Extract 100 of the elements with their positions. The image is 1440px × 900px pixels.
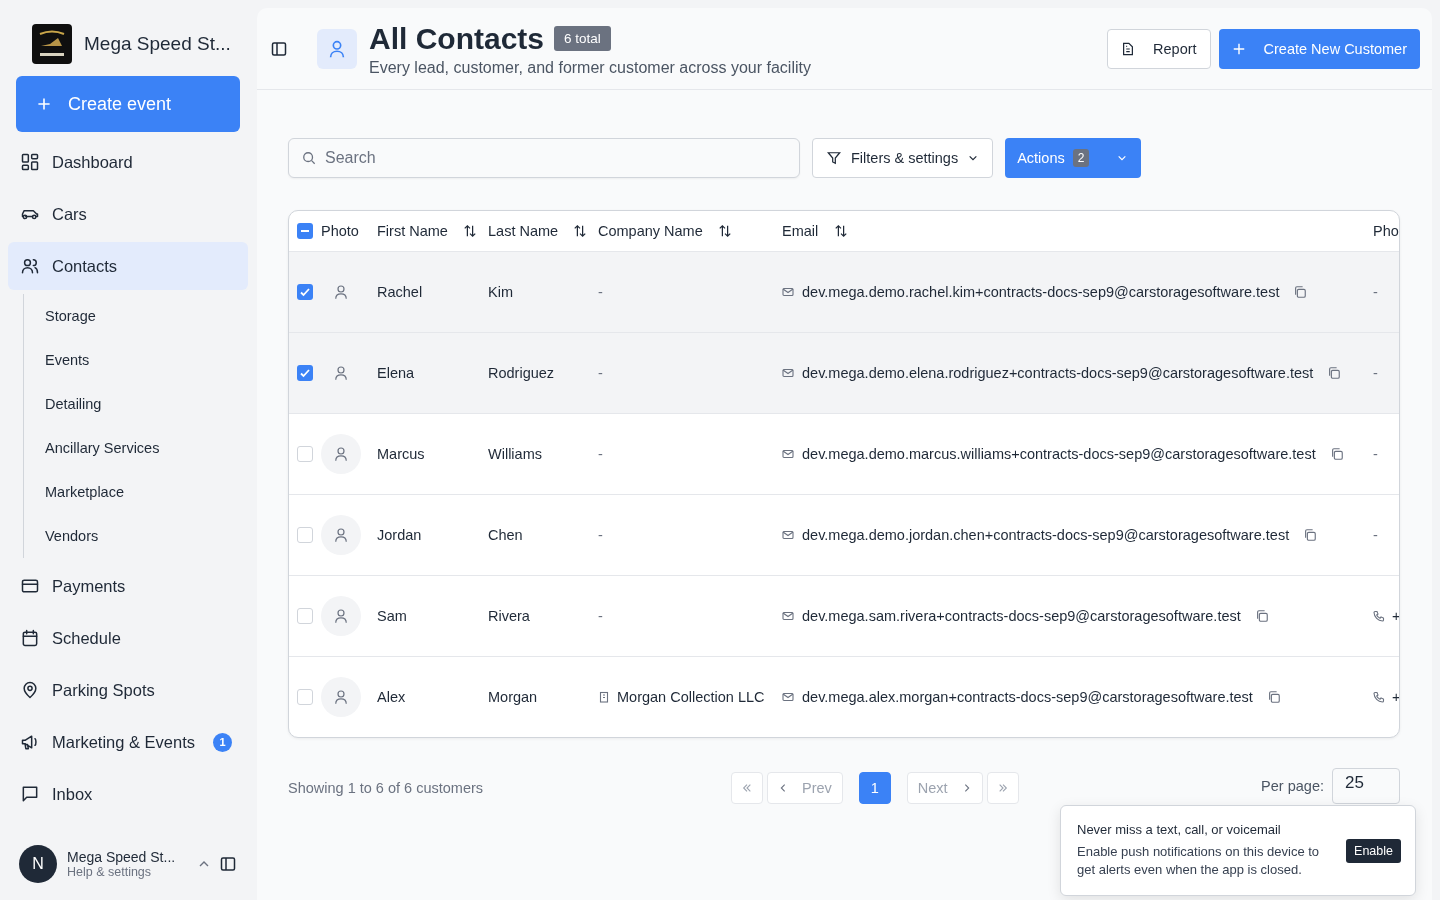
user-icon xyxy=(317,28,357,69)
chevron-left-icon xyxy=(778,783,788,793)
nav-item[interactable]: Cars xyxy=(8,190,248,238)
table-cell: Rodriguez xyxy=(488,365,555,381)
nav-item[interactable]: Contacts xyxy=(8,242,248,290)
select-all-checkbox[interactable] xyxy=(297,223,313,239)
minus-icon xyxy=(301,230,309,232)
column-header[interactable]: First Name xyxy=(377,223,448,239)
create-event-button[interactable]: Create event xyxy=(16,76,240,132)
table-row[interactable]: Alex Morgan Morgan Collection LLC dev.mega.alex.morgan+contracts-docs-sep9@carstoragesoftware.test + xyxy=(289,657,1399,737)
filter-icon xyxy=(827,151,841,165)
table-cell: - xyxy=(598,446,603,462)
email-link[interactable]: dev.mega.alex.morgan+contracts-docs-sep9@carstoragesoftware.test xyxy=(802,689,1253,705)
mail-icon xyxy=(782,367,794,379)
avatar-placeholder-icon xyxy=(321,677,361,717)
enable-button[interactable]: Enable xyxy=(1346,838,1401,863)
copy-icon[interactable] xyxy=(1266,690,1281,704)
nav-item[interactable]: Payments xyxy=(8,562,248,610)
chevron-down-icon[interactable] xyxy=(1117,153,1128,163)
row-checkbox[interactable] xyxy=(297,689,313,705)
column-header[interactable]: Pho xyxy=(1373,223,1399,239)
per-page-select[interactable]: 25 xyxy=(1332,768,1400,804)
subnav-item[interactable]: Storage xyxy=(24,294,248,338)
nav-item[interactable]: Marketing & Events 1 xyxy=(8,718,248,766)
email-link[interactable]: dev.mega.demo.jordan.chen+contracts-docs-sep9@carstoragesoftware.test xyxy=(802,527,1290,543)
row-checkbox[interactable] xyxy=(297,365,313,381)
email-link[interactable]: dev.mega.demo.elena.rodriguez+contracts-docs-sep9@carstoragesoftware.test xyxy=(802,365,1314,381)
table-cell: - xyxy=(598,527,603,543)
create-customer-button[interactable]: Create New Customer xyxy=(1218,29,1420,69)
table-row[interactable]: Jordan Chen - dev.mega.demo.jordan.chen+contracts-docs-sep9@carstoragesoftware.test - xyxy=(289,495,1399,576)
table-cell: - xyxy=(1373,527,1378,543)
table-cell: - xyxy=(1373,446,1378,462)
row-checkbox[interactable] xyxy=(297,608,313,624)
column-header[interactable]: Email xyxy=(782,223,819,239)
chat-icon xyxy=(20,784,40,804)
table-cell: - xyxy=(1373,284,1378,300)
subnav-item[interactable]: Vendors xyxy=(24,514,248,558)
page-title: All Contacts xyxy=(369,20,545,57)
row-checkbox[interactable] xyxy=(297,284,313,300)
count-badge: 2 xyxy=(1072,149,1090,167)
sort-icon[interactable] xyxy=(462,224,477,238)
column-header[interactable]: Last Name xyxy=(488,223,559,239)
column-header[interactable]: Company Name xyxy=(598,223,703,239)
table-cell: Morgan xyxy=(488,689,538,705)
sort-icon[interactable] xyxy=(717,224,732,238)
table-row[interactable]: Rachel Kim - dev.mega.demo.rachel.kim+contracts-docs-sep9@carstoragesoftware.test - xyxy=(289,252,1399,333)
plus-icon xyxy=(36,96,52,112)
copy-icon[interactable] xyxy=(1254,609,1269,623)
table-row[interactable]: Elena Rodriguez - dev.mega.demo.elena.rodriguez+contracts-docs-sep9@carstoragesoftware.test - xyxy=(289,333,1399,414)
dashboard-icon xyxy=(20,152,40,172)
nav-item[interactable]: Schedule xyxy=(8,614,248,662)
copy-icon[interactable] xyxy=(1303,528,1318,542)
table-cell: - xyxy=(598,608,603,624)
subnav-item[interactable]: Ancillary Services xyxy=(24,426,248,470)
phone-icon xyxy=(1373,691,1385,703)
credit-card-icon xyxy=(20,576,40,596)
copy-icon[interactable] xyxy=(1329,447,1344,461)
mail-icon xyxy=(782,448,794,460)
calendar-icon xyxy=(20,628,40,648)
sidebar-toggle-icon[interactable] xyxy=(271,40,287,57)
sidebar-toggle-icon[interactable] xyxy=(220,856,236,872)
row-checkbox[interactable] xyxy=(297,527,313,543)
mail-icon xyxy=(782,610,794,622)
email-link[interactable]: dev.mega.demo.marcus.williams+contracts-docs-sep9@carstoragesoftware.test xyxy=(802,446,1316,462)
subnav-item[interactable]: Events xyxy=(24,338,248,382)
map-pin-icon xyxy=(20,680,40,700)
results-summary: Showing 1 to 6 of 6 customers xyxy=(288,780,485,796)
actions-label[interactable]: Actions xyxy=(1017,150,1065,166)
nav-item[interactable]: Inbox xyxy=(8,770,248,818)
table-cell: Williams xyxy=(488,446,542,462)
email-link[interactable]: dev.mega.demo.rachel.kim+contracts-docs-sep9@carstoragesoftware.test xyxy=(802,284,1280,300)
nav-item[interactable]: Dashboard xyxy=(8,138,248,186)
table-cell: Morgan Collection LLC xyxy=(617,689,765,705)
search-field[interactable]: Search xyxy=(288,138,800,178)
copy-icon[interactable] xyxy=(1293,285,1308,299)
toast-message: Enable push notifications on this device to get alerts even when the app is closed. xyxy=(1077,843,1321,879)
column-header[interactable]: Photo xyxy=(321,223,359,239)
mail-icon xyxy=(782,691,794,703)
account-avatar[interactable]: N xyxy=(19,845,57,883)
actions-button[interactable]: Actions 2 xyxy=(1005,138,1142,178)
table-cell: Chen xyxy=(488,527,523,543)
mail-icon xyxy=(782,529,794,541)
filters-button[interactable]: Filters & settings xyxy=(812,138,994,178)
table-cell: + xyxy=(1392,608,1399,624)
sort-icon[interactable] xyxy=(573,224,588,238)
sort-icon[interactable] xyxy=(834,224,849,238)
logo-icon xyxy=(32,24,72,64)
email-link[interactable]: dev.mega.sam.rivera+contracts-docs-sep9@carstoragesoftware.test xyxy=(802,608,1241,624)
table-row[interactable]: Sam Rivera - dev.mega.sam.rivera+contracts-docs-sep9@carstoragesoftware.test + xyxy=(289,576,1399,657)
row-checkbox[interactable] xyxy=(297,446,313,462)
nav-item[interactable]: Parking Spots xyxy=(8,666,248,714)
table-cell: - xyxy=(1373,365,1378,381)
subnav-item[interactable]: Detailing xyxy=(24,382,248,426)
table-row[interactable]: Marcus Williams - dev.mega.demo.marcus.williams+contracts-docs-sep9@carstoragesoftware.test - xyxy=(289,414,1399,495)
count-badge: 1 xyxy=(213,732,232,752)
subnav-item[interactable]: Marketplace xyxy=(24,470,248,514)
page-button[interactable]: 1 xyxy=(858,772,891,804)
copy-icon[interactable] xyxy=(1327,366,1342,380)
report-button[interactable]: Report xyxy=(1107,29,1211,69)
table-cell: - xyxy=(598,365,603,381)
